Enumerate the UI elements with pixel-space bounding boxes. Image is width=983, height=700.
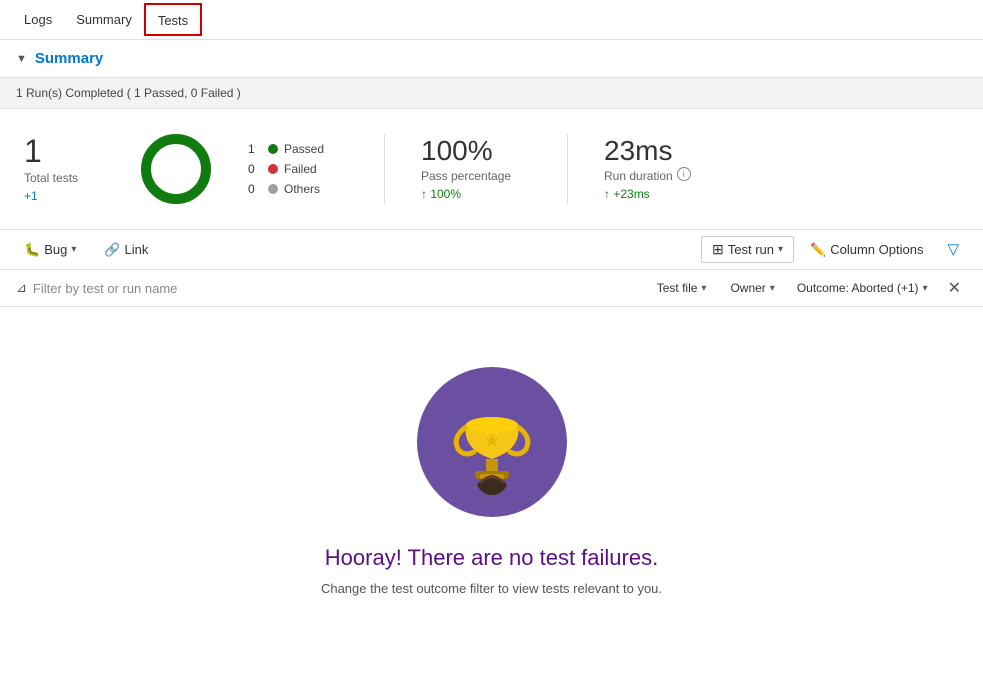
filter-right: Test file ▾ Owner ▾ Outcome: Aborted (+1… xyxy=(649,276,967,300)
outcome-label: Outcome: Aborted (+1) xyxy=(797,281,919,295)
total-label: Total tests xyxy=(24,171,104,185)
others-count: 0 xyxy=(248,182,262,196)
total-delta: +1 xyxy=(24,189,104,203)
filter-left[interactable]: ⊿ Filter by test or run name xyxy=(16,280,177,296)
close-icon: ✕ xyxy=(948,280,961,297)
filter-funnel-icon: ⊿ xyxy=(16,280,27,296)
info-bar-text: 1 Run(s) Completed ( 1 Passed, 0 Failed … xyxy=(16,86,241,100)
pass-pct-delta: ↑ 100% xyxy=(421,187,531,201)
stats-section: 1 Total tests +1 1 Passed 0 Failed 0 Oth… xyxy=(0,109,983,230)
stats-divider xyxy=(384,134,385,204)
info-bar: 1 Run(s) Completed ( 1 Passed, 0 Failed … xyxy=(0,78,983,109)
bug-button[interactable]: 🐛 Bug ▾ xyxy=(16,238,84,262)
toolbar-right: ⊞ Test run ▾ ✏️ Column Options ▽ xyxy=(701,236,967,263)
summary-heading-label: Summary xyxy=(35,50,103,67)
legend-passed: 1 Passed xyxy=(248,142,348,156)
test-run-label: Test run xyxy=(728,242,774,257)
pass-pct-block: 100% Pass percentage ↑ 100% xyxy=(421,137,531,201)
passed-count: 1 xyxy=(248,142,262,156)
filter-icon: ▽ xyxy=(947,241,959,258)
test-file-dropdown[interactable]: Test file ▾ xyxy=(649,278,715,298)
trophy-circle: ★ xyxy=(417,367,567,517)
tab-summary[interactable]: Summary xyxy=(64,4,144,35)
svg-text:★: ★ xyxy=(483,431,499,451)
pass-pct-value: 100% xyxy=(421,137,531,165)
pass-pct-label: Pass percentage xyxy=(421,169,531,183)
link-button[interactable]: 🔗 Link xyxy=(96,238,156,262)
failed-count: 0 xyxy=(248,162,262,176)
failed-dot xyxy=(268,164,278,174)
duration-block: 23ms Run duration i ↑ +23ms xyxy=(604,137,714,201)
top-tabs-bar: Logs Summary Tests xyxy=(0,0,983,40)
test-run-button[interactable]: ⊞ Test run ▾ xyxy=(701,236,794,263)
owner-dropdown[interactable]: Owner ▾ xyxy=(722,278,782,298)
hooray-text: Hooray! There are no test failures. xyxy=(325,545,658,571)
filter-placeholder: Filter by test or run name xyxy=(33,281,178,296)
test-file-label: Test file xyxy=(657,281,698,295)
legend-others: 0 Others xyxy=(248,182,348,196)
column-options-label: Column Options xyxy=(830,242,923,257)
others-dot xyxy=(268,184,278,194)
filter-bar: ⊿ Filter by test or run name Test file ▾… xyxy=(0,270,983,307)
summary-section-heading: ▼ Summary xyxy=(0,40,983,78)
column-options-button[interactable]: ✏️ Column Options xyxy=(802,238,931,262)
hooray-sub: Change the test outcome filter to view t… xyxy=(321,581,662,596)
empty-state: ★ Hooray! There are no test failures. Ch… xyxy=(0,307,983,656)
legend: 1 Passed 0 Failed 0 Others xyxy=(248,142,348,196)
toolbar: 🐛 Bug ▾ 🔗 Link ⊞ Test run ▾ ✏️ Column Op… xyxy=(0,230,983,270)
grid-icon: ⊞ xyxy=(712,241,724,258)
close-filter-button[interactable]: ✕ xyxy=(942,276,967,300)
donut-chart xyxy=(136,129,216,209)
outcome-chevron: ▾ xyxy=(923,283,928,294)
document-icon: 🐛 xyxy=(24,242,40,258)
test-file-chevron: ▾ xyxy=(701,283,706,294)
info-icon[interactable]: i xyxy=(677,167,691,181)
total-count: 1 xyxy=(24,135,104,167)
passed-label: Passed xyxy=(284,142,324,156)
others-label: Others xyxy=(284,182,320,196)
failed-label: Failed xyxy=(284,162,317,176)
tab-tests[interactable]: Tests xyxy=(144,3,202,36)
duration-delta: ↑ +23ms xyxy=(604,187,714,201)
column-options-icon: ✏️ xyxy=(810,242,826,258)
test-run-chevron: ▾ xyxy=(778,244,783,255)
outcome-dropdown[interactable]: Outcome: Aborted (+1) ▾ xyxy=(791,278,934,298)
passed-dot xyxy=(268,144,278,154)
stats-divider-2 xyxy=(567,134,568,204)
chevron-down-icon[interactable]: ▼ xyxy=(16,53,27,65)
toolbar-left: 🐛 Bug ▾ 🔗 Link xyxy=(16,238,156,262)
tab-logs[interactable]: Logs xyxy=(12,4,64,35)
owner-label: Owner xyxy=(730,281,765,295)
duration-label-row: Run duration i xyxy=(604,165,714,183)
bug-chevron: ▾ xyxy=(71,244,76,255)
owner-chevron: ▾ xyxy=(770,283,775,294)
filter-icon-button[interactable]: ▽ xyxy=(939,236,967,263)
duration-value: 23ms xyxy=(604,137,714,165)
link-icon: 🔗 xyxy=(104,242,120,258)
link-label: Link xyxy=(125,242,149,257)
legend-failed: 0 Failed xyxy=(248,162,348,176)
duration-label: Run duration xyxy=(604,169,673,183)
total-tests-block: 1 Total tests +1 xyxy=(24,135,104,203)
bug-label: Bug xyxy=(44,242,67,257)
